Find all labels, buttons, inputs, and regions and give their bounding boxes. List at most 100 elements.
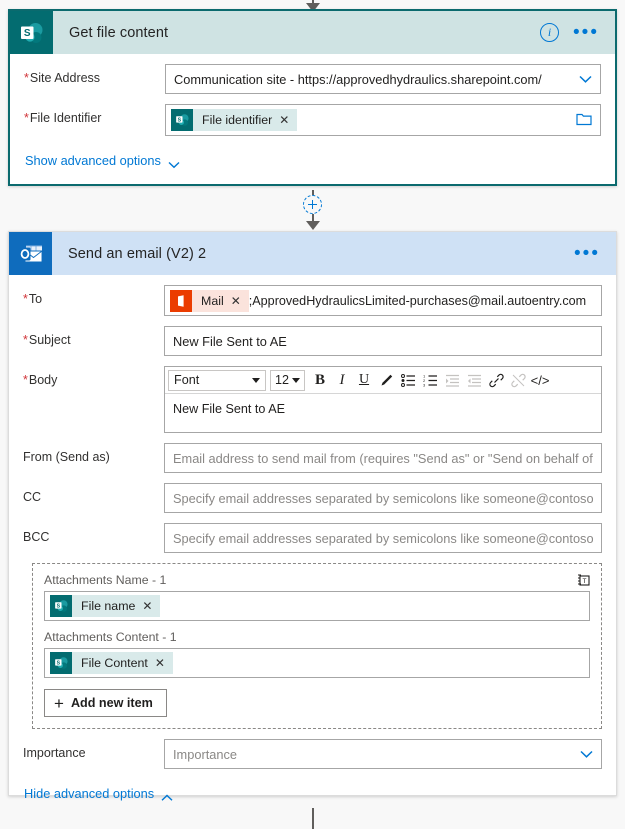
token-mail[interactable]: Mail ✕: [170, 289, 249, 312]
show-advanced-options-link[interactable]: Show advanced options: [25, 153, 180, 168]
site-address-value: Communication site - https://approvedhyd…: [174, 71, 542, 87]
svg-text:T: T: [583, 578, 587, 585]
to-input[interactable]: Mail ✕ ;ApprovedHydraulicsLimited-purcha…: [164, 285, 602, 316]
token-file-name[interactable]: S File name ✕: [50, 595, 161, 617]
flow-designer-canvas: S Get file content i ••• *Site Address C…: [0, 0, 625, 829]
field-label-cc: CC: [23, 490, 42, 504]
underline-icon[interactable]: U: [353, 369, 375, 391]
required-asterisk: *: [23, 333, 28, 347]
info-icon[interactable]: i: [540, 23, 560, 42]
card-header-actions: •••: [574, 244, 616, 263]
close-icon[interactable]: ✕: [153, 656, 173, 670]
field-row-site-address: *Site Address Communication site - https…: [24, 64, 601, 94]
field-row-subject: *Subject New File Sent to AE: [23, 326, 602, 356]
token-label: File name: [81, 599, 136, 613]
bulleted-list-icon[interactable]: [397, 369, 419, 391]
italic-icon[interactable]: I: [331, 369, 353, 391]
bold-icon[interactable]: B: [309, 369, 331, 391]
card-body: *Site Address Communication site - https…: [10, 54, 615, 184]
card-header: Send an email (V2) 2 •••: [9, 232, 616, 275]
add-new-item-label: Add new item: [70, 696, 153, 710]
chevron-down-icon[interactable]: [579, 75, 592, 83]
token-label: File identifier: [202, 113, 273, 127]
importance-placeholder: Importance: [173, 746, 238, 762]
plus-icon: +: [54, 693, 64, 713]
subject-input[interactable]: New File Sent to AE: [164, 326, 602, 356]
numbered-list-icon[interactable]: 1 2 3: [419, 369, 441, 391]
card-title: Get file content: [69, 24, 169, 41]
field-label-bcc: BCC: [23, 530, 50, 544]
folder-icon[interactable]: [576, 112, 592, 129]
required-asterisk: *: [24, 71, 29, 85]
svg-text:3: 3: [423, 382, 426, 387]
body-content[interactable]: New File Sent to AE: [165, 394, 601, 432]
chevron-up-icon: [161, 790, 173, 801]
highlight-pen-icon[interactable]: [375, 369, 397, 391]
token-label: File Content: [81, 656, 148, 670]
sharepoint-icon: S: [50, 595, 72, 617]
field-row-body: *Body Font 12 B I U 1 2 3 </> New File S…: [23, 366, 602, 433]
field-row-from-send-as: From (Send as) Email address to send mai…: [23, 443, 602, 473]
attachments-group: T Attachments Name - 1 S File name ✕ Att…: [32, 563, 602, 729]
token-file-identifier[interactable]: S File identifier ✕: [171, 109, 298, 131]
show-advanced-options-label: Show advanced options: [25, 153, 161, 168]
attachment-content-field: Attachments Content - 1 S File Content ✕: [44, 630, 590, 678]
code-view-icon[interactable]: </>: [529, 369, 551, 391]
chevron-down-icon: [168, 157, 180, 168]
card-title: Send an email (V2) 2: [68, 245, 207, 262]
bcc-placeholder: Specify email addresses separated by sem…: [173, 530, 593, 546]
attachment-name-input[interactable]: S File name ✕: [44, 591, 590, 621]
action-card-get-file-content[interactable]: S Get file content i ••• *Site Address C…: [8, 9, 617, 186]
link-icon[interactable]: [485, 369, 507, 391]
chevron-down-icon: [252, 377, 260, 383]
bcc-input[interactable]: Specify email addresses separated by sem…: [164, 523, 602, 553]
close-icon[interactable]: ✕: [277, 113, 297, 127]
field-label-site-address: *Site Address: [24, 71, 101, 85]
action-card-send-an-email[interactable]: Send an email (V2) 2 ••• *To Mail ✕ ;App…: [8, 231, 617, 801]
outlook-icon: [9, 232, 52, 275]
field-row-importance: Importance Importance: [23, 739, 602, 769]
chevron-down-icon: [292, 377, 301, 383]
from-send-as-input[interactable]: Email address to send mail from (require…: [164, 443, 602, 473]
connector-add-step: [0, 190, 625, 230]
plus-circle-icon[interactable]: [303, 195, 322, 214]
font-size-value: 12: [275, 373, 290, 387]
importance-dropdown[interactable]: Importance: [164, 739, 602, 769]
body-rich-text-editor[interactable]: Font 12 B I U 1 2 3 </> New File Sent to…: [164, 366, 602, 433]
cc-placeholder: Specify email addresses separated by sem…: [173, 490, 593, 506]
arrow-down-icon: [305, 221, 320, 230]
token-label: Mail: [201, 293, 224, 308]
field-label-subject: *Subject: [23, 333, 71, 347]
close-icon[interactable]: ✕: [140, 599, 160, 613]
chevron-down-icon[interactable]: [580, 750, 593, 758]
attachment-content-label: Attachments Content - 1: [44, 630, 177, 644]
increase-indent-icon: [463, 369, 485, 391]
unlink-icon: [507, 369, 529, 391]
field-label-to: *To: [23, 292, 43, 306]
cc-input[interactable]: Specify email addresses separated by sem…: [164, 483, 602, 513]
decrease-indent-icon: [441, 369, 463, 391]
attachment-name-field: Attachments Name - 1 S File name ✕: [44, 573, 590, 621]
field-label-from-send-as: From (Send as): [23, 450, 110, 464]
svg-text:S: S: [23, 28, 30, 39]
svg-text:S: S: [177, 117, 181, 123]
add-new-item-button[interactable]: + Add new item: [44, 689, 167, 717]
required-asterisk: *: [24, 111, 29, 125]
required-asterisk: *: [23, 373, 28, 387]
site-address-dropdown[interactable]: Communication site - https://approvedhyd…: [165, 64, 601, 94]
token-file-content[interactable]: S File Content ✕: [50, 652, 173, 674]
delete-icon[interactable]: T: [575, 571, 593, 589]
hide-advanced-options-link[interactable]: Hide advanced options: [24, 786, 173, 801]
more-options-icon[interactable]: •••: [574, 244, 600, 263]
font-family-dropdown[interactable]: Font: [168, 369, 266, 391]
font-size-dropdown[interactable]: 12: [270, 369, 306, 391]
field-label-body: *Body: [23, 373, 58, 387]
sharepoint-icon: S: [10, 11, 53, 54]
field-row-file-identifier: *File Identifier S File identifier ✕: [24, 104, 601, 136]
subject-value: New File Sent to AE: [173, 333, 287, 349]
attachment-content-input[interactable]: S File Content ✕: [44, 648, 590, 678]
file-identifier-input[interactable]: S File identifier ✕: [165, 104, 601, 136]
close-icon[interactable]: ✕: [229, 294, 249, 308]
more-options-icon[interactable]: •••: [573, 23, 599, 42]
svg-text:S: S: [56, 660, 60, 666]
